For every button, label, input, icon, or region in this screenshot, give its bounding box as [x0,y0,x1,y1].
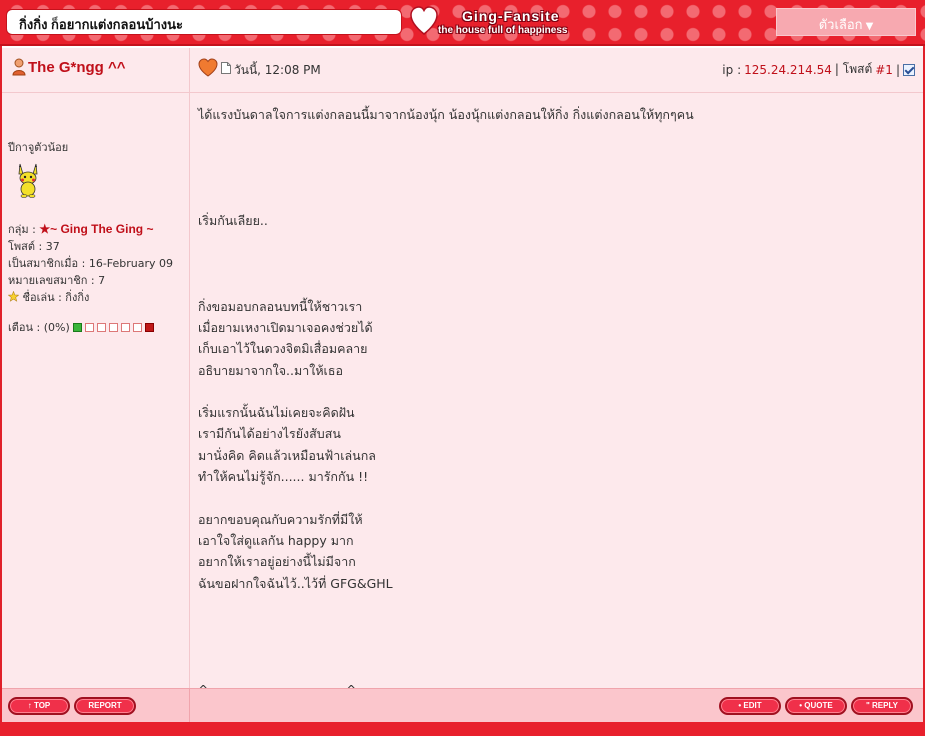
member-joined: เป็นสมาชิกเมื่อ : 16-February 09 [8,257,174,270]
member-nickname: ชื่อเล่น : กิ่งกิ่ง [22,291,90,304]
post-footer: ↑ TOP REPORT • EDIT • QUOTE " REPLY [2,688,923,723]
post-text-line: เอาใจใส่ดูแลกัน happy มาก [198,532,354,548]
caret-down-icon: ▼ [865,21,874,32]
warn-bar-segment [120,322,130,332]
post-meta: ip : 125.24.214.54 | โพสต์ #1 | [722,60,915,79]
member-nickname-row: ชื่อเล่น : กิ่งกิ่ง [7,289,188,306]
post-text-line: เริ่มกันเลียย.. [198,213,268,229]
reply-button[interactable]: " REPLY [851,697,913,715]
options-button[interactable]: ตัวเลือก ▼ [776,8,916,36]
post-text-line: ฉันขอฝากใจฉันไว้..ไว้ที่ GFG&GHL [198,575,393,591]
edit-button[interactable]: • EDIT [719,697,781,715]
warn-bar-segment [108,322,118,332]
heart-logo-icon [410,6,438,35]
post-column: วันนี้, 12:08 PM ip : 125.24.214.54 | โพ… [190,48,923,697]
author-name-link[interactable]: The G*ngg ^^ [12,58,126,76]
member-posts: โพสต์ : 37 [8,240,60,253]
warn-decrease-icon[interactable] [72,322,82,332]
warn-label: เตือน : (0%) [8,321,70,334]
checkbox-icon[interactable] [903,63,915,76]
member-title: ปีกาจูตัวน้อย [8,141,69,154]
ip-address: 125.24.214.54 [744,62,832,77]
group-label: กลุ่ม : [8,223,36,236]
report-button[interactable]: REPORT [74,697,136,715]
bottom-bar [0,722,925,736]
post-text-line: ทำให้คนไม่รู้จัก...... มารักกัน !! [198,469,369,485]
post-date: วันนี้, 12:08 PM [234,63,321,77]
user-icon [12,58,26,76]
logo-name: Ging-Fansite [462,8,560,24]
thread-title: กิ่งกิ่ง ก็อยากแต่งกลอนบ้างนะ [6,9,402,35]
ip-label: ip : [722,62,742,77]
post-text-line: เก็บเอาไว้ในดวงจิตมิเสื่อมคลาย [198,341,368,357]
document-icon [221,62,231,74]
post-text-line: เริ่มแรกนั้นฉันไม่เคยจะคิดฝัน [198,405,355,421]
author-column: The G*ngg ^^ ปีกาจูตัวน้อย กลุ่ม : ★~ Gi… [2,48,190,688]
site-logo[interactable]: Ging-Fansite the house full of happiness [410,6,600,40]
post-text-line: ได้แรงบันดาลใจการแต่งกลอนนี้มาจากน้องนุ้… [198,107,694,122]
meta-separator: | [895,62,900,77]
member-number: หมายเลขสมาชิก : 7 [8,274,106,287]
heart-icon [198,58,218,77]
post-text-line: อยากขอบคุณกับความรักที่มีให้ [198,511,363,527]
post-number-label: | โพสต์ [834,62,873,76]
post-text-line: เรามีกันได้อย่างไรยังสับสน [198,426,341,442]
post-text-line: มานั่งคิด คิดแล้วเหมือนฟ้าเล่นกล [198,447,376,463]
warn-bar-segment [132,322,142,332]
post-text-line: เมื่อยามเหงาเปิดมาเจอคงช่วยได้ [198,319,373,335]
footer-divider [189,689,190,723]
top-button[interactable]: ↑ TOP [8,697,70,715]
warn-level: เตือน : (0%) [8,318,188,336]
warn-bar-segment [84,322,94,332]
post-text-line: อยากให้เราอยู่อย่างนี้ไม่มีจาก [198,554,356,570]
author-name: The G*ngg ^^ [28,58,126,76]
post-body: ได้แรงบันดาลใจการแต่งกลอนนี้มาจากน้องนุ้… [198,104,913,700]
warn-bar-segment [96,322,106,332]
pikachu-avatar-icon [18,163,38,198]
author-info: ปีกาจูตัวน้อย กลุ่ม : ★~ Ging The Ging ~… [7,138,188,336]
post-number-link[interactable]: #1 [875,63,893,77]
post-container: The G*ngg ^^ ปีกาจูตัวน้อย กลุ่ม : ★~ Gi… [2,48,923,697]
logo-tagline: the house full of happiness [438,25,568,36]
post-text-line: กิ่งขอมอบกลอนบทนี้ให้ชาวเรา [198,298,363,314]
star-icon [7,290,20,302]
forum-header: กิ่งกิ่ง ก็อยากแต่งกลอนบ้างนะ Ging-Fansi… [0,0,925,46]
quote-button[interactable]: • QUOTE [785,697,847,715]
post-text-line: อธิบายมาจากใจ..มาให้เธอ [198,362,343,378]
warn-increase-icon[interactable] [144,322,154,332]
member-group: กลุ่ม : ★~ Ging The Ging ~ [8,221,188,238]
group-name: ★~ Ging The Ging ~ [39,222,154,236]
post-header: วันนี้, 12:08 PM ip : 125.24.214.54 | โพ… [190,48,923,92]
options-label: ตัวเลือก [818,18,863,33]
